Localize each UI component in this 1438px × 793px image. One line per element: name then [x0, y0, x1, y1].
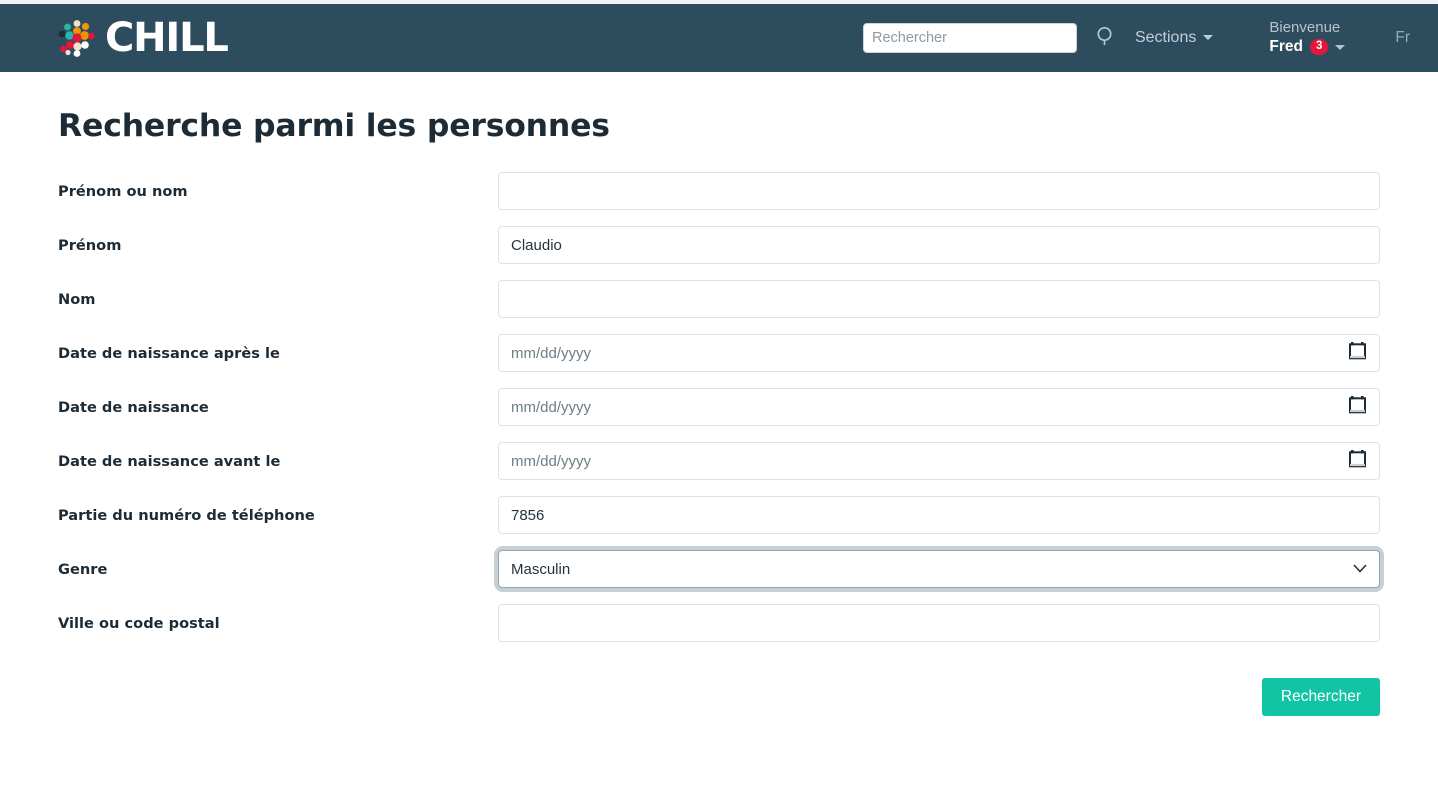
chill-dots-logo-icon: [58, 19, 96, 57]
brand-logo-link[interactable]: CHILL: [58, 18, 228, 58]
sections-dropdown[interactable]: Sections: [1131, 29, 1217, 47]
search-icon: [1095, 25, 1117, 50]
navbar-right-group: Sections Bienvenue Fred 3 Fr: [863, 19, 1410, 56]
form-row-phone-number-part: Partie du numéro de téléphone: [58, 496, 1380, 534]
form-row-firstname-or-lastname: Prénom ou nom: [58, 172, 1380, 210]
input-firstname[interactable]: [498, 226, 1380, 264]
field-wrap-firstname: [498, 226, 1380, 264]
label-firstname-or-lastname: Prénom ou nom: [58, 183, 498, 200]
field-wrap-birthdate-after: [498, 334, 1380, 372]
form-row-lastname: Nom: [58, 280, 1380, 318]
form-row-birthdate-after: Date de naissance après le: [58, 334, 1380, 372]
main-navbar: CHILL Sections Bienvenue Fred 3 Fr: [0, 4, 1438, 72]
user-row: Fred 3: [1269, 38, 1345, 57]
search-submit-button[interactable]: [1077, 25, 1131, 50]
search-input[interactable]: [863, 23, 1077, 53]
label-gender: Genre: [58, 561, 498, 578]
form-row-gender: Genre Masculin: [58, 550, 1380, 588]
input-firstname-or-lastname[interactable]: [498, 172, 1380, 210]
label-city-or-postal-code: Ville ou code postal: [58, 615, 498, 632]
field-wrap-birthdate-before: [498, 442, 1380, 480]
input-birthdate-before[interactable]: [498, 442, 1380, 480]
form-actions: Rechercher: [58, 678, 1380, 716]
input-phone-number-part[interactable]: [498, 496, 1380, 534]
form-row-city-or-postal-code: Ville ou code postal: [58, 604, 1380, 642]
page-content: Recherche parmi les personnes Prénom ou …: [0, 72, 1438, 716]
page-title: Recherche parmi les personnes: [58, 108, 1380, 144]
sections-label: Sections: [1135, 29, 1196, 47]
label-lastname: Nom: [58, 291, 498, 308]
input-birthdate[interactable]: [498, 388, 1380, 426]
welcome-label: Bienvenue: [1269, 19, 1340, 37]
search-button[interactable]: Rechercher: [1262, 678, 1380, 716]
select-gender[interactable]: Masculin: [498, 550, 1380, 588]
field-wrap-phone-number-part: [498, 496, 1380, 534]
label-birthdate-after: Date de naissance après le: [58, 345, 498, 362]
chevron-down-icon: [1203, 35, 1213, 40]
input-lastname[interactable]: [498, 280, 1380, 318]
person-search-form: Prénom ou nom Prénom Nom Date de naissan…: [58, 172, 1380, 716]
field-wrap-lastname: [498, 280, 1380, 318]
form-row-firstname: Prénom: [58, 226, 1380, 264]
field-wrap-birthdate: [498, 388, 1380, 426]
label-phone-number-part: Partie du numéro de téléphone: [58, 507, 498, 524]
field-wrap-firstname-or-lastname: [498, 172, 1380, 210]
notification-badge: 3: [1310, 39, 1328, 55]
form-row-birthdate: Date de naissance: [58, 388, 1380, 426]
form-row-birthdate-before: Date de naissance avant le: [58, 442, 1380, 480]
user-name: Fred: [1269, 38, 1303, 57]
chevron-down-icon: [1335, 45, 1345, 50]
language-switcher[interactable]: Fr: [1395, 29, 1410, 47]
field-wrap-city-or-postal-code: [498, 604, 1380, 642]
label-firstname: Prénom: [58, 237, 498, 254]
field-wrap-gender: Masculin: [498, 550, 1380, 588]
input-city-or-postal-code[interactable]: [498, 604, 1380, 642]
brand-name: CHILL: [105, 18, 228, 58]
user-menu-dropdown[interactable]: Bienvenue Fred 3: [1269, 19, 1345, 56]
input-birthdate-after[interactable]: [498, 334, 1380, 372]
label-birthdate: Date de naissance: [58, 399, 498, 416]
label-birthdate-before: Date de naissance avant le: [58, 453, 498, 470]
